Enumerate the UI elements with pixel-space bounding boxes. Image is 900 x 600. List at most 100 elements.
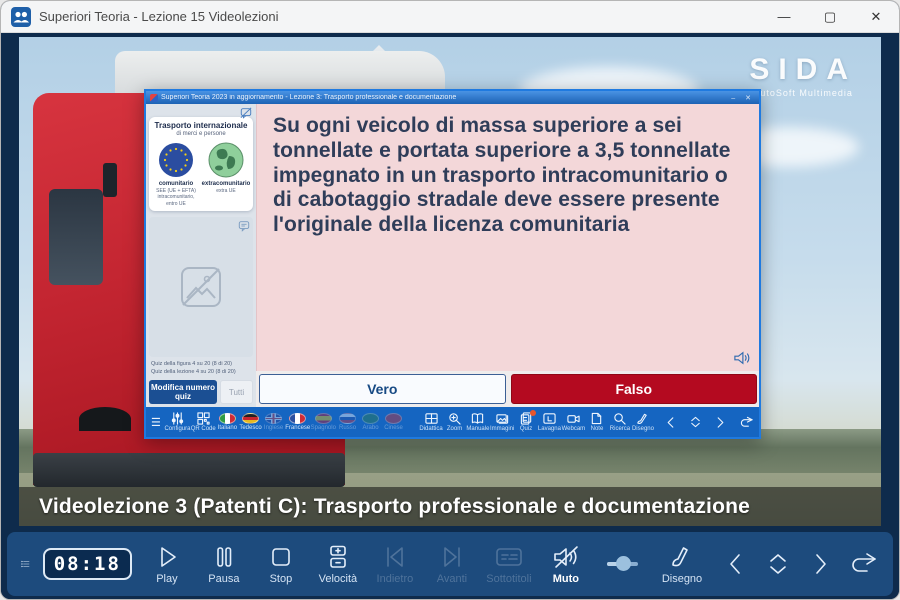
language-label: Spagnolo — [311, 425, 336, 431]
back-button[interactable]: Indietro — [373, 544, 417, 585]
configura-label: Configura — [164, 426, 190, 432]
sida-logo-subtitle: AutoSoft Multimedia — [749, 88, 857, 98]
language-label: Tedesco — [239, 425, 261, 431]
tool-label: Immagini — [490, 426, 514, 432]
zoom-in-icon — [448, 412, 461, 425]
player-return-button[interactable] — [849, 552, 879, 576]
uk-flag-icon — [265, 413, 282, 424]
draw-button[interactable]: Disegno — [657, 544, 707, 585]
volume-handle[interactable] — [616, 556, 631, 571]
tool-webcam[interactable]: Webcam — [564, 412, 583, 432]
volume-slider[interactable] — [607, 554, 638, 574]
tool-lavagna[interactable]: Lavagna — [540, 412, 559, 432]
expand-updown-icon[interactable] — [689, 415, 702, 429]
forward-button[interactable]: Avanti — [430, 544, 474, 585]
tool-zoom[interactable]: Zoom — [446, 412, 464, 432]
china-flag-icon — [385, 413, 402, 424]
configura-button[interactable]: Configura — [167, 412, 188, 432]
quiz-window-titlebar[interactable]: Superiori Teoria 2023 in aggiornamento -… — [146, 91, 759, 104]
language-cinese[interactable]: Cinese — [385, 413, 403, 431]
stop-icon — [268, 544, 294, 570]
vero-button[interactable]: Vero — [259, 374, 506, 404]
tool-didattica[interactable]: Didattica — [422, 412, 441, 432]
app-window: Superiori Teoria - Lezione 15 Videolezio… — [0, 0, 900, 600]
stop-button[interactable]: Stop — [259, 544, 303, 585]
return-icon[interactable] — [739, 416, 754, 429]
comment-disabled-icon[interactable] — [240, 107, 252, 119]
maximize-button[interactable]: ▢ — [807, 1, 853, 33]
tool-ricerca[interactable]: Ricerca — [611, 412, 629, 432]
language-label: Russo — [339, 425, 356, 431]
question-text: Su ogni veicolo di massa superiore a sei… — [273, 114, 743, 238]
chevron-right-icon — [813, 552, 829, 576]
language-tedesco[interactable]: Tedesco — [241, 413, 259, 431]
russia-flag-icon — [339, 413, 356, 424]
pause-button[interactable]: Pausa — [202, 544, 246, 585]
tool-label: Manuale — [466, 426, 489, 432]
language-label: Italiano — [218, 425, 237, 431]
speed-button[interactable]: Velocità — [316, 544, 360, 585]
comunitario-label: comunitario — [159, 181, 193, 187]
menu-icon[interactable]: ☰ — [151, 416, 161, 429]
playlist-icon[interactable] — [21, 551, 30, 577]
language-russo[interactable]: Russo — [339, 413, 357, 431]
tool-manuale[interactable]: Manuale — [469, 412, 488, 432]
truck-side-window — [49, 189, 103, 285]
subtitles-icon — [494, 544, 524, 570]
all-quiz-button[interactable]: Tutti — [220, 380, 253, 404]
speed-icon — [325, 544, 351, 570]
tool-note[interactable]: Note — [588, 412, 606, 432]
quiz-window-title: Superiori Teoria 2023 in aggiornamento -… — [161, 94, 456, 101]
minimize-button[interactable]: — — [761, 1, 807, 33]
modify-quiz-number-button[interactable]: Modifica numero quiz — [149, 380, 217, 404]
truck-mirror — [103, 163, 117, 197]
play-button[interactable]: Play — [145, 544, 189, 585]
sliders-icon — [171, 412, 184, 425]
video-caption-text: Videolezione 3 (Patenti C): Trasporto pr… — [39, 495, 750, 519]
window-title: Superiori Teoria - Lezione 15 Videolezio… — [39, 9, 278, 24]
player-expand-updown[interactable] — [763, 551, 793, 577]
play-icon — [154, 544, 180, 570]
elapsed-time-display: 08:18 — [43, 548, 132, 580]
subtitles-label: Sottotitoli — [486, 573, 531, 585]
speaker-icon[interactable] — [733, 350, 751, 366]
quiz-window-controls[interactable]: – ✕ — [731, 94, 755, 102]
language-italiano[interactable]: Italiano — [218, 413, 236, 431]
close-button[interactable]: ✕ — [853, 1, 899, 33]
chevron-left-icon[interactable] — [665, 416, 676, 429]
player-chevron-left[interactable] — [720, 552, 750, 576]
language-arabo[interactable]: Arabo — [362, 413, 380, 431]
qr-code-button[interactable]: QR Code — [193, 412, 213, 432]
subtitles-button[interactable]: Sottotitoli — [487, 544, 531, 585]
chevron-right-icon[interactable] — [715, 416, 726, 429]
tool-disegno[interactable]: Disegno — [634, 412, 652, 432]
language-francese[interactable]: Francese — [288, 413, 308, 431]
search-icon — [613, 412, 626, 425]
qr-code-label: QR Code — [191, 426, 216, 432]
comunitario-sublabel: SEE (UE + EFTA) intracomunitario, entro … — [152, 188, 200, 207]
falso-button[interactable]: Falso — [511, 374, 758, 404]
quiz-info-line1: Quiz della figura 4 su 20 (8 di 20) — [151, 360, 251, 368]
tool-label: Lavagna — [538, 426, 561, 432]
comment-icon[interactable] — [238, 220, 250, 232]
eu-flag-icon — [158, 142, 194, 178]
lesson-figure-card: Trasporto internazionale di merci e pers… — [149, 117, 253, 211]
player-chevron-right[interactable] — [806, 552, 836, 576]
extracomunitario-sublabel: extra UE — [216, 188, 235, 194]
chevron-left-icon — [727, 552, 743, 576]
images-icon — [496, 412, 509, 425]
language-label: Francese — [285, 425, 310, 431]
back-label: Indietro — [377, 573, 414, 585]
book-icon — [471, 412, 484, 425]
figure-card-subtitle: di merci e persone — [151, 131, 251, 137]
spain-flag-icon — [315, 413, 332, 424]
quiz-side-panel: Trasporto internazionale di merci e pers… — [146, 104, 256, 407]
speed-label: Velocità — [319, 573, 358, 585]
tool-immagini[interactable]: Immagini — [492, 412, 512, 432]
skip-back-icon — [382, 544, 408, 570]
language-spagnolo[interactable]: Spagnolo — [313, 413, 334, 431]
mute-button[interactable]: Muto — [544, 544, 588, 585]
language-inglese[interactable]: Inglese — [265, 413, 283, 431]
tool-quiz[interactable]: Quiz — [517, 412, 535, 432]
board-icon — [543, 412, 556, 425]
